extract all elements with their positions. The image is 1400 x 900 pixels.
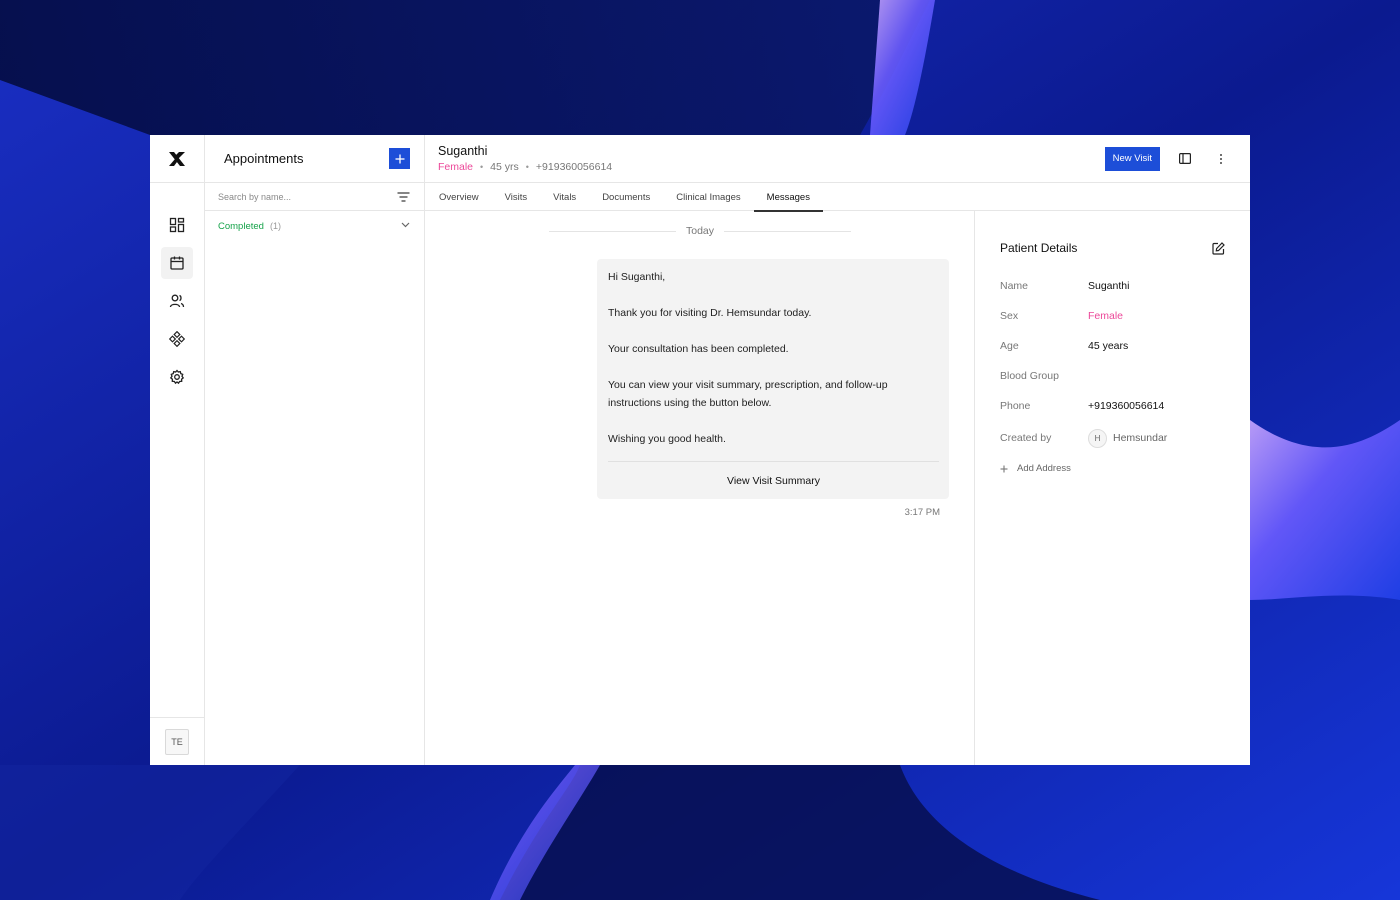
meta-separator: • [480, 162, 484, 172]
group-label: Completed [218, 221, 264, 232]
detail-row-created-by: Created by H Hemsundar [1000, 421, 1225, 455]
more-options-button[interactable] [1210, 148, 1232, 170]
more-vertical-icon [1220, 153, 1222, 164]
day-label: Today [685, 225, 715, 237]
detail-value: Suganthi [1088, 280, 1130, 292]
tab-overview[interactable]: Overview [426, 183, 492, 211]
filter-icon [397, 191, 410, 202]
plus-icon [1000, 465, 1008, 472]
search-row [205, 183, 424, 211]
detail-row-name: Name Suganthi [1000, 271, 1225, 301]
day-separator: Today [549, 225, 851, 237]
message-bubble: Hi Suganthi, Thank you for visiting Dr. … [597, 259, 949, 499]
detail-value: +919360056614 [1088, 400, 1165, 412]
users-icon [169, 294, 185, 308]
details-title: Patient Details [1000, 241, 1078, 255]
add-appointment-button[interactable] [389, 148, 410, 169]
app-logo[interactable] [150, 135, 204, 183]
user-menu[interactable]: TE [150, 717, 204, 765]
detail-value: 45 years [1088, 340, 1129, 352]
plus-icon [395, 154, 404, 163]
detail-label: Created by [1000, 432, 1052, 444]
appointments-panel: Appointments Completed (1) [205, 135, 425, 765]
dashboard-icon [169, 217, 185, 233]
view-visit-summary-button[interactable]: View Visit Summary [608, 461, 939, 499]
tab-messages[interactable]: Messages [753, 183, 824, 212]
patient-details-panel: Patient Details Name Suganthi Sex Female… [975, 211, 1250, 765]
creator-avatar: H [1088, 428, 1107, 448]
message-paragraph: You can view your visit summary, prescri… [608, 379, 888, 409]
group-count: (1) [269, 221, 281, 231]
meta-separator: • [525, 162, 529, 172]
calendar-icon [170, 256, 184, 270]
creator-name: Hemsundar [1113, 432, 1168, 444]
search-input[interactable] [218, 191, 378, 202]
completed-group[interactable]: Completed (1) [205, 211, 424, 239]
detail-label: Sex [1000, 310, 1019, 322]
patient-main: Suganthi Female • 45 yrs • +919360056614… [425, 135, 1250, 765]
patient-tabs: Overview Visits Vitals Documents Clinica… [425, 183, 1250, 212]
detail-row-blood-group: Blood Group [1000, 361, 1225, 391]
sidebar-panel-icon [1179, 153, 1191, 164]
edit-icon [1212, 241, 1225, 255]
nav-appointments[interactable] [161, 247, 193, 279]
detail-row-phone: Phone +919360056614 [1000, 391, 1225, 421]
detail-label: Phone [1000, 400, 1031, 412]
patient-age: 45 yrs [490, 161, 519, 173]
add-address-label: Add Address [1017, 463, 1071, 474]
tab-vitals[interactable]: Vitals [540, 183, 589, 211]
nav-integrations[interactable] [161, 323, 193, 355]
message-paragraph: Hi Suganthi, [608, 271, 666, 283]
nav-patients[interactable] [161, 285, 193, 317]
filter-button[interactable] [397, 191, 410, 202]
appointments-title: Appointments [224, 151, 304, 166]
nav-dashboard[interactable] [161, 209, 193, 241]
patient-phone: +919360056614 [535, 161, 613, 173]
app-window: TE Appointments Completed (1) [150, 135, 1250, 765]
message-paragraph: Thank you for visiting Dr. Hemsundar tod… [608, 307, 812, 319]
integrations-icon [169, 331, 185, 347]
chevron-down-icon [401, 222, 410, 228]
tab-documents[interactable]: Documents [589, 183, 663, 211]
detail-label: Name [1000, 280, 1029, 292]
message-paragraph: Your consultation has been completed. [608, 343, 789, 355]
detail-row-age: Age 45 years [1000, 331, 1225, 361]
x-logo-icon [169, 151, 185, 166]
add-address-button[interactable]: Add Address [1000, 463, 1225, 474]
settings-icon [169, 369, 185, 385]
message-timestamp: 3:17 PM [904, 507, 940, 518]
new-visit-button[interactable]: New Visit [1104, 146, 1160, 171]
edit-details-button[interactable] [1212, 241, 1225, 255]
message-thread: Today Hi Suganthi, Thank you for visitin… [425, 211, 975, 765]
toggle-panel-button[interactable] [1174, 148, 1196, 170]
detail-row-sex: Sex Female [1000, 301, 1225, 331]
detail-label: Blood Group [1000, 370, 1059, 382]
message-paragraph: Wishing you good health. [608, 432, 726, 445]
nav-settings[interactable] [161, 361, 193, 393]
appointments-header: Appointments [205, 135, 424, 183]
tab-visits[interactable]: Visits [492, 183, 541, 211]
patient-meta: Female • 45 yrs • +919360056614 [438, 161, 612, 173]
patient-name: Suganthi [438, 144, 488, 158]
detail-label: Age [1000, 340, 1019, 352]
patient-header: Suganthi Female • 45 yrs • +919360056614… [425, 135, 1250, 183]
tab-clinical-images[interactable]: Clinical Images [663, 183, 753, 211]
user-avatar[interactable]: TE [165, 728, 189, 755]
nav-rail: TE [150, 135, 205, 765]
detail-value: Female [1088, 310, 1124, 322]
patient-sex: Female [438, 161, 474, 173]
